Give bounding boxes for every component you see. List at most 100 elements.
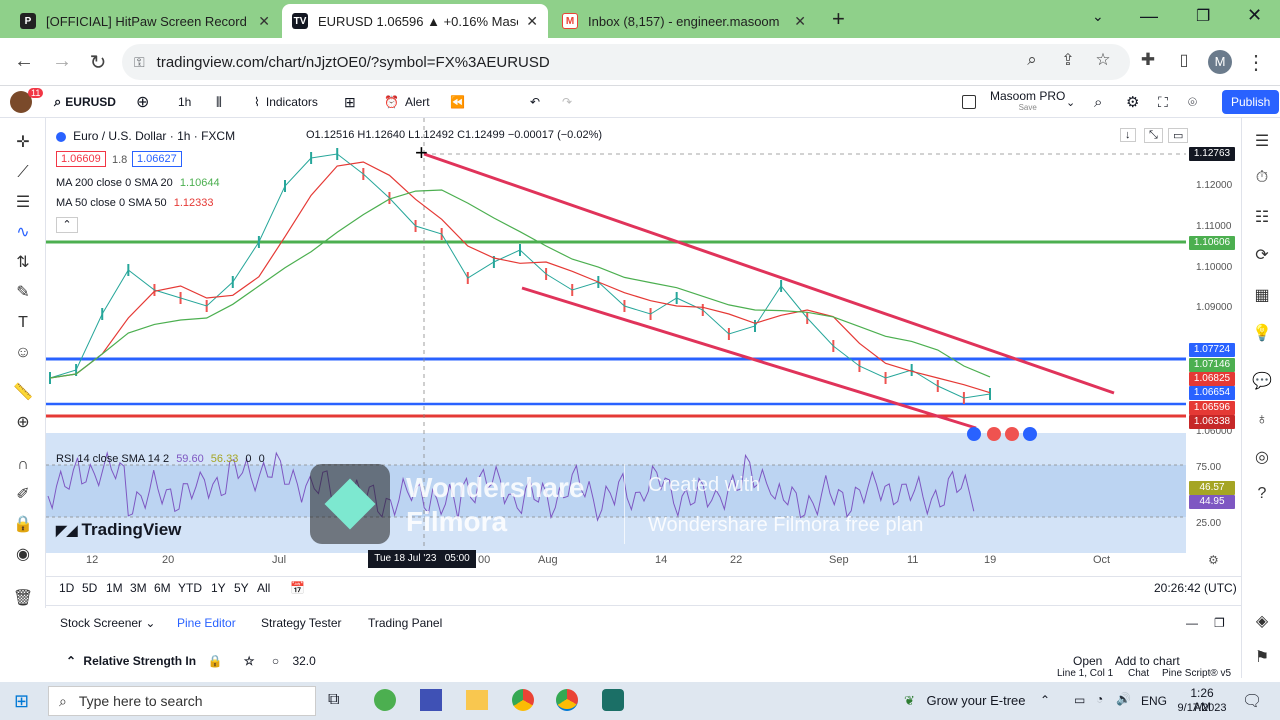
collapse-pane-icon[interactable]: ⤡ [1144,128,1163,143]
close-icon[interactable]: ✕ [794,13,806,30]
alert-button[interactable]: ⏰ Alert [384,86,430,118]
padlock-icon[interactable]: 🔒 [11,514,35,536]
candles-icon[interactable]: ⫴ [216,86,222,118]
help-icon[interactable]: ? [1250,482,1274,506]
goto-date-icon[interactable]: 📅 [290,581,305,595]
chat-icon[interactable]: 💬 [1250,370,1274,394]
back-icon[interactable]: ← [12,50,36,73]
tab-pine-editor[interactable]: Pine Editor [177,616,236,630]
status-pine-version[interactable]: Pine Script® v5 [1162,668,1231,679]
maximize-panel-icon[interactable]: ❐ [1214,616,1225,630]
fib-icon[interactable]: ☰ [11,192,35,214]
chrome-icon[interactable] [512,689,534,711]
profile-avatar[interactable]: M [1208,50,1232,74]
replay-icon[interactable]: ⏪ [450,86,465,118]
taskbar-search-box[interactable]: ⌕ Type here to search [48,686,316,716]
new-tab-icon[interactable]: + [832,6,845,32]
magnet-icon[interactable]: ∩ [11,454,35,476]
chrome-active-icon[interactable] [556,689,578,711]
redo-icon[interactable]: ↷ [562,86,572,118]
interval-button[interactable]: 1h [178,86,191,118]
notification-center-icon[interactable]: 🗨 [1242,691,1262,711]
status-chat[interactable]: Chat [1128,668,1149,679]
scroll-down-icon[interactable]: ↓ [1120,128,1136,142]
compare-add-icon[interactable]: ⊕ [136,86,149,118]
legend-title[interactable]: Euro / U.S. Dollar · 1h · FXCM [56,129,235,143]
idea-stream-icon[interactable]: ♁ [1250,408,1274,432]
range-all[interactable]: All [257,581,270,595]
close-icon[interactable]: ✕ [526,13,538,30]
alerts-clock-icon[interactable]: ⏱ [1250,166,1274,190]
tab-search-icon[interactable]: ⌄ [1092,8,1104,25]
volume-icon[interactable]: 🔊 [1116,692,1131,706]
forward-icon[interactable]: → [50,50,74,73]
open-script-button[interactable]: Open [1073,654,1102,668]
tab-hitpaw[interactable]: P [OFFICIAL] HitPaw Screen Record ✕ [10,4,280,38]
utorrent-icon[interactable] [374,689,396,711]
trash-icon[interactable]: 🗑 [11,588,35,610]
range-1m[interactable]: 1M [106,581,123,595]
restore-icon[interactable]: ❐ [1196,6,1210,26]
reload-icon[interactable]: ↻ [86,50,110,75]
emoji-icon[interactable]: ☺ [11,342,35,364]
lock-drawing-icon[interactable]: ✐ [11,484,35,506]
watchlist-icon[interactable]: ☰ [1250,130,1274,154]
signal-icon[interactable]: ◎ [1250,446,1274,470]
windows-start-icon[interactable]: ⊞ [14,691,29,712]
data-window-icon[interactable]: ☷ [1250,206,1274,230]
calendar-icon[interactable]: ▦ [1250,284,1274,308]
undo-icon[interactable]: ↶ [530,86,540,118]
sell-price[interactable]: 1.06609 [56,151,106,167]
share-icon[interactable]: ⇪ [1056,50,1080,70]
zoom-in-icon[interactable]: ⊕ [11,412,35,434]
range-1y[interactable]: 1Y [211,581,226,595]
taskbar-date[interactable]: 9/17/2023 [1172,702,1232,714]
range-ytd[interactable]: YTD [178,581,202,595]
close-window-icon[interactable]: ✕ [1247,5,1262,26]
chart-pane[interactable]: + [46,118,1241,573]
zoom-icon[interactable]: ⌕ [1020,50,1044,70]
calendar-app-icon[interactable] [420,689,442,711]
rsi-legend[interactable]: RSI 14 close SMA 14 2 59.60 56.33 0 0 [56,453,265,465]
add-to-chart-button[interactable]: Add to chart [1115,654,1180,668]
crosshair-icon[interactable]: ✛ [11,132,35,154]
bookmark-star-icon[interactable]: ☆ [1091,50,1115,70]
sidepanel-icon[interactable]: ▯ [1172,50,1196,70]
avatar[interactable]: 11 [10,86,44,118]
brush-icon[interactable]: ✎ [11,282,35,304]
network-icon[interactable]: ◔ [1096,692,1103,706]
range-1d[interactable]: 1D [59,581,74,595]
pattern-icon[interactable]: ∿ [11,222,35,244]
buy-price[interactable]: 1.06627 [132,151,182,167]
range-5d[interactable]: 5D [82,581,97,595]
extensions-icon[interactable]: ✚ [1136,50,1160,70]
ideas-bulb-icon[interactable]: 💡 [1250,322,1274,346]
ruler-icon[interactable]: 📏 [11,382,35,404]
notifications-icon[interactable]: ⚑ [1250,646,1274,670]
tab-strategy-tester[interactable]: Strategy Tester [261,616,341,630]
symbol-search[interactable]: ⌕ EURUSD [54,86,116,118]
eye-icon[interactable]: ◉ [11,544,35,566]
minimize-icon[interactable]: — [1140,6,1158,27]
maximize-pane-icon[interactable]: ▭ [1168,128,1189,143]
indicators-button[interactable]: ⌇ Indicators [254,86,318,118]
layers-icon[interactable]: ◈ [1250,610,1274,634]
task-view-icon[interactable]: ⧉ [328,691,339,709]
tab-trading-panel[interactable]: Trading Panel [368,616,442,630]
tab-tradingview[interactable]: TV EURUSD 1.06596 ▲ +0.16% Maso ✕ [282,4,548,38]
menu-icon[interactable]: ⋮ [1244,50,1268,75]
language-indicator[interactable]: ENG [1141,694,1167,708]
weather-widget[interactable]: ❦ Grow your E-tree [904,693,1026,709]
utc-clock[interactable]: 20:26:42 (UTC) [1154,581,1237,595]
close-icon[interactable]: ✕ [258,13,270,30]
chevron-down-icon[interactable]: ⌄ [1066,86,1075,118]
camera-icon[interactable]: ⌾ [1188,86,1197,118]
publish-button[interactable]: Publish [1222,86,1280,118]
range-5y[interactable]: 5Y [234,581,249,595]
ma50-legend[interactable]: MA 50 close 0 SMA 50 1.12333 [56,197,214,209]
show-hidden-icon[interactable]: ⌃ [1040,693,1050,707]
range-6m[interactable]: 6M [154,581,171,595]
text-icon[interactable]: T [11,312,35,334]
layout-name[interactable]: Masoom PRO Save [990,86,1065,118]
minimize-panel-icon[interactable]: — [1186,616,1198,630]
